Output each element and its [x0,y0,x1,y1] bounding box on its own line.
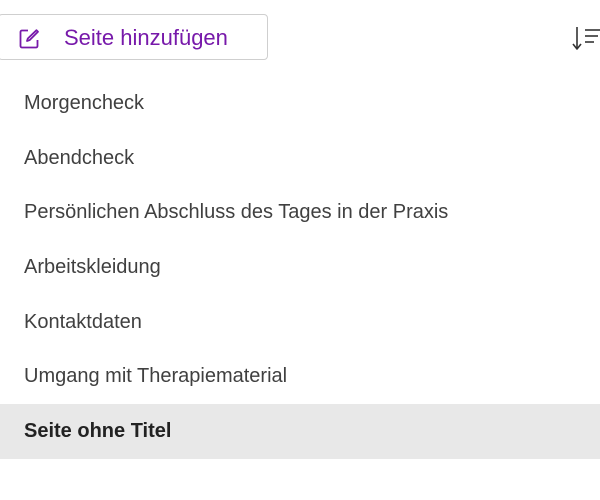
page-item-label: Seite ohne Titel [24,419,172,442]
page-item-label: Morgencheck [24,91,145,114]
page-item-kontaktdaten[interactable]: Kontaktdaten [0,295,600,350]
sort-button[interactable] [572,24,600,54]
edit-square-icon [17,27,41,51]
page-item-therapiematerial[interactable]: Umgang mit Therapiematerial [0,349,600,404]
page-item-label: Abendcheck [24,146,135,169]
page-item-label: Arbeitskleidung [24,255,161,278]
page-list: Morgencheck Abendcheck Persönlichen Absc… [0,76,600,459]
page-item-label: Persönlichen Abschluss des Tages in der … [24,201,449,224]
add-page-button[interactable]: Seite hinzufügen [0,14,268,60]
page-item-arbeitskleidung[interactable]: Arbeitskleidung [0,240,600,295]
page-item-persoenlicher-abschluss[interactable]: Persönlichen Abschluss des Tages in der … [0,185,600,240]
page-item-seite-ohne-titel[interactable]: Seite ohne Titel [0,404,600,459]
add-page-label: Seite hinzufügen [64,25,228,50]
page-item-label: Umgang mit Therapiematerial [24,365,288,388]
page-list-toolbar: Seite hinzufügen [0,0,600,70]
sort-icon [572,27,600,54]
page-item-label: Kontaktdaten [24,310,142,333]
page-item-abendcheck[interactable]: Abendcheck [0,131,600,186]
page-item-morgencheck[interactable]: Morgencheck [0,76,600,131]
